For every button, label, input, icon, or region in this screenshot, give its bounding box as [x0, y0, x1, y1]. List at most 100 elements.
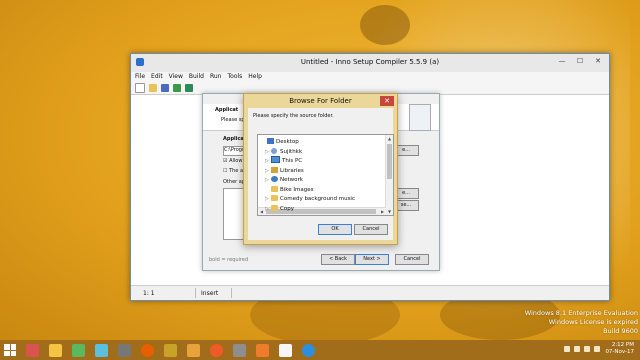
folder-icon — [271, 204, 278, 211]
clock-date: 07-Nov-17 — [605, 349, 634, 355]
network-icon — [271, 176, 278, 182]
menu-help[interactable]: Help — [248, 72, 262, 82]
tree-item-label: Sujithkk — [280, 148, 303, 155]
ok-button[interactable]: OK — [318, 224, 352, 235]
folder-field[interactable]: C:\Progr — [223, 146, 245, 156]
tree-item-label: Copy — [280, 205, 294, 212]
app-icon-taskbar[interactable] — [72, 343, 85, 357]
close-button[interactable]: ✕ — [589, 55, 607, 67]
menu-build[interactable]: Build — [189, 72, 204, 82]
folder-field-value: C:\Progr — [224, 147, 245, 153]
wizard-cancel-button[interactable]: Cancel — [395, 254, 429, 265]
watermark-line3: Build 9600 — [603, 327, 638, 335]
folder-icon — [271, 195, 278, 201]
next-button[interactable]: Next > — [355, 254, 389, 265]
scroll-right-icon[interactable]: ▶ — [379, 208, 386, 215]
window-title: Untitled - Inno Setup Compiler 5.5.9 (a) — [300, 58, 440, 66]
dialog-cancel-button[interactable]: Cancel — [354, 224, 388, 235]
internet-explorer-icon[interactable] — [302, 343, 315, 357]
open-icon[interactable] — [149, 84, 157, 92]
tree-item-label: This PC — [282, 158, 303, 164]
browse-button-label: e... — [402, 147, 410, 153]
library-icon — [271, 166, 278, 173]
flag-icon[interactable] — [187, 343, 200, 357]
tree-item[interactable]: ▷ Copy — [265, 204, 294, 214]
tree-item[interactable]: ▷ This PC — [265, 156, 302, 166]
desktop-icon — [267, 138, 274, 144]
tree-item[interactable]: ▷ Sujithkk — [265, 147, 302, 157]
the-checkbox[interactable]: ☐ The a — [223, 168, 243, 174]
monitor-icon[interactable] — [95, 343, 108, 357]
insert-mode: Insert — [201, 290, 219, 297]
dialog-title[interactable]: Browse For Folder — [244, 94, 397, 108]
user-icon — [271, 147, 277, 154]
other-files-list[interactable] — [223, 188, 245, 240]
system-tray-icons — [560, 346, 600, 352]
media-icon[interactable] — [210, 343, 223, 357]
allow-checkbox-label: Allow — [229, 158, 243, 164]
expand-arrow-icon[interactable]: ▷ — [265, 175, 271, 185]
calendar-icon[interactable] — [279, 343, 292, 357]
watermark-line1: Windows 8.1 Enterprise Evaluation — [524, 309, 638, 317]
scroll-left-icon[interactable]: ◀ — [258, 208, 265, 215]
new-icon[interactable] — [135, 83, 145, 93]
tree-item-label: Libraries — [280, 167, 304, 174]
taskbar: 2:12 PM 07-Nov-17 — [0, 340, 640, 360]
tree-vertical-scrollbar[interactable]: ▲ ▼ — [385, 135, 393, 215]
tree-item[interactable]: ▷ Libraries — [265, 166, 304, 176]
flag-tray-icon[interactable] — [574, 346, 580, 352]
footer-note: bold = required — [209, 257, 249, 263]
scroll-thumb[interactable] — [387, 144, 392, 179]
section-label: Applica — [223, 136, 244, 142]
network-icon[interactable] — [584, 346, 590, 352]
pc-icon — [271, 156, 280, 163]
compile-icon[interactable] — [173, 84, 181, 92]
chevron-up-icon[interactable] — [564, 346, 570, 352]
volume-icon[interactable] — [594, 346, 600, 352]
start-button[interactable] — [4, 344, 16, 356]
cursor-position: 1: 1 — [143, 290, 155, 297]
allow-checkbox[interactable]: ☑ Allow — [223, 158, 242, 164]
scroll-up-icon[interactable]: ▲ — [386, 135, 393, 142]
tree-item-label: Network — [280, 177, 303, 183]
other-label: Other ap — [223, 179, 246, 185]
archive-icon[interactable] — [164, 343, 177, 357]
watermark-line2: Windows License is expired — [548, 318, 638, 326]
add-folder-button-label: se... — [400, 202, 412, 208]
windows-watermark: Windows 8.1 Enterprise Evaluation Window… — [525, 309, 638, 336]
title-bar[interactable]: Untitled - Inno Setup Compiler 5.5.9 (a)… — [131, 54, 609, 72]
dialog-body: Please specify the source folder. ▲ ▼ ◀ … — [248, 108, 394, 240]
firefox-icon[interactable] — [141, 343, 154, 357]
save-icon[interactable] — [161, 84, 169, 92]
tree-item-label: Desktop — [276, 139, 299, 145]
tree-item[interactable]: Desktop — [261, 137, 299, 147]
the-checkbox-label: The a — [229, 168, 244, 174]
scroll-down-icon[interactable]: ▼ — [386, 208, 393, 215]
clock[interactable]: 2:12 PM 07-Nov-17 — [605, 342, 634, 356]
minimize-button[interactable]: — — [553, 55, 571, 67]
browse-for-folder-dialog: Browse For Folder ✕ Please specify the s… — [243, 93, 398, 245]
tree-item-label: Bike Images — [280, 186, 314, 193]
back-button[interactable]: < Back — [321, 254, 355, 265]
menu-view[interactable]: View — [169, 72, 183, 82]
file-explorer-icon[interactable] — [49, 343, 62, 357]
folder-tree[interactable]: ▲ ▼ ◀ ▶ Desktop ▷ Sujithkk ▷ This PC ▷ Librari… — [257, 134, 394, 216]
menu-edit[interactable]: Edit — [151, 72, 163, 82]
menu-file[interactable]: File — [135, 72, 145, 82]
menu-bar: File Edit View Build Run Tools Help — [131, 72, 609, 82]
tree-item[interactable]: Bike Images — [265, 185, 314, 195]
menu-tools[interactable]: Tools — [228, 72, 243, 82]
run-icon[interactable] — [185, 84, 193, 92]
pen-icon[interactable] — [233, 343, 246, 357]
paint-icon[interactable] — [26, 343, 39, 357]
wizard-image-icon — [409, 104, 431, 131]
tree-item[interactable]: ▷ Network — [265, 175, 303, 185]
orange-app-icon[interactable] — [256, 343, 269, 357]
tree-item[interactable]: ▷ Comedy background music — [265, 194, 355, 204]
clock-time: 2:12 PM — [611, 342, 634, 348]
wizard-header-desc: Please sp — [221, 117, 245, 123]
menu-run[interactable]: Run — [210, 72, 222, 82]
maximize-button[interactable]: ☐ — [571, 55, 589, 67]
dialog-close-button[interactable]: ✕ — [380, 96, 394, 106]
tools-icon[interactable] — [118, 343, 131, 357]
